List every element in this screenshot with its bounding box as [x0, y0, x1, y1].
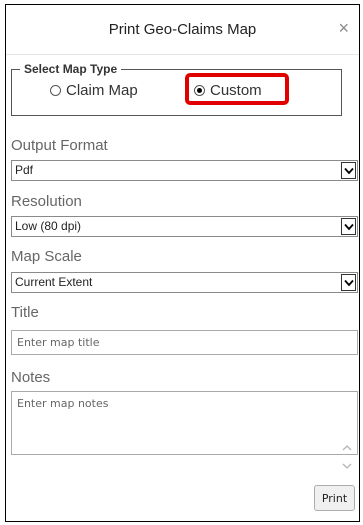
resolution-value: Low (80 dpi) — [15, 219, 82, 233]
close-icon[interactable]: × — [338, 18, 349, 39]
dialog-title: Print Geo-Claims Map — [108, 21, 257, 38]
chevron-down-icon[interactable] — [341, 218, 356, 235]
radio-claim-map[interactable]: Claim Map — [50, 82, 138, 99]
map-type-legend: Select Map Type — [24, 62, 118, 76]
output-format-label: Output Format — [11, 137, 108, 154]
chevron-down-icon[interactable] — [341, 274, 356, 291]
map-scale-label: Map Scale — [11, 248, 82, 265]
notes-textarea[interactable] — [11, 391, 358, 455]
output-format-value: Pdf — [15, 163, 34, 177]
map-scale-value: Current Extent — [15, 275, 93, 289]
title-input[interactable] — [11, 330, 358, 355]
scroll-up-icon[interactable] — [341, 440, 353, 451]
notes-label: Notes — [11, 369, 51, 386]
output-format-select[interactable]: Pdf — [11, 160, 358, 181]
map-scale-select[interactable]: Current Extent — [11, 272, 358, 293]
title-label: Title — [11, 304, 39, 321]
custom-highlight-box — [185, 73, 289, 105]
resolution-select[interactable]: Low (80 dpi) — [11, 216, 358, 237]
radio-claim-map-label: Claim Map — [66, 82, 138, 99]
chevron-down-icon[interactable] — [341, 162, 356, 179]
resolution-label: Resolution — [11, 193, 82, 210]
scroll-down-icon[interactable] — [341, 458, 353, 469]
dialog-header: Print Geo-Claims Map × — [6, 5, 359, 55]
print-button[interactable]: Print — [314, 485, 355, 511]
radio-unchecked-icon[interactable] — [50, 85, 61, 96]
